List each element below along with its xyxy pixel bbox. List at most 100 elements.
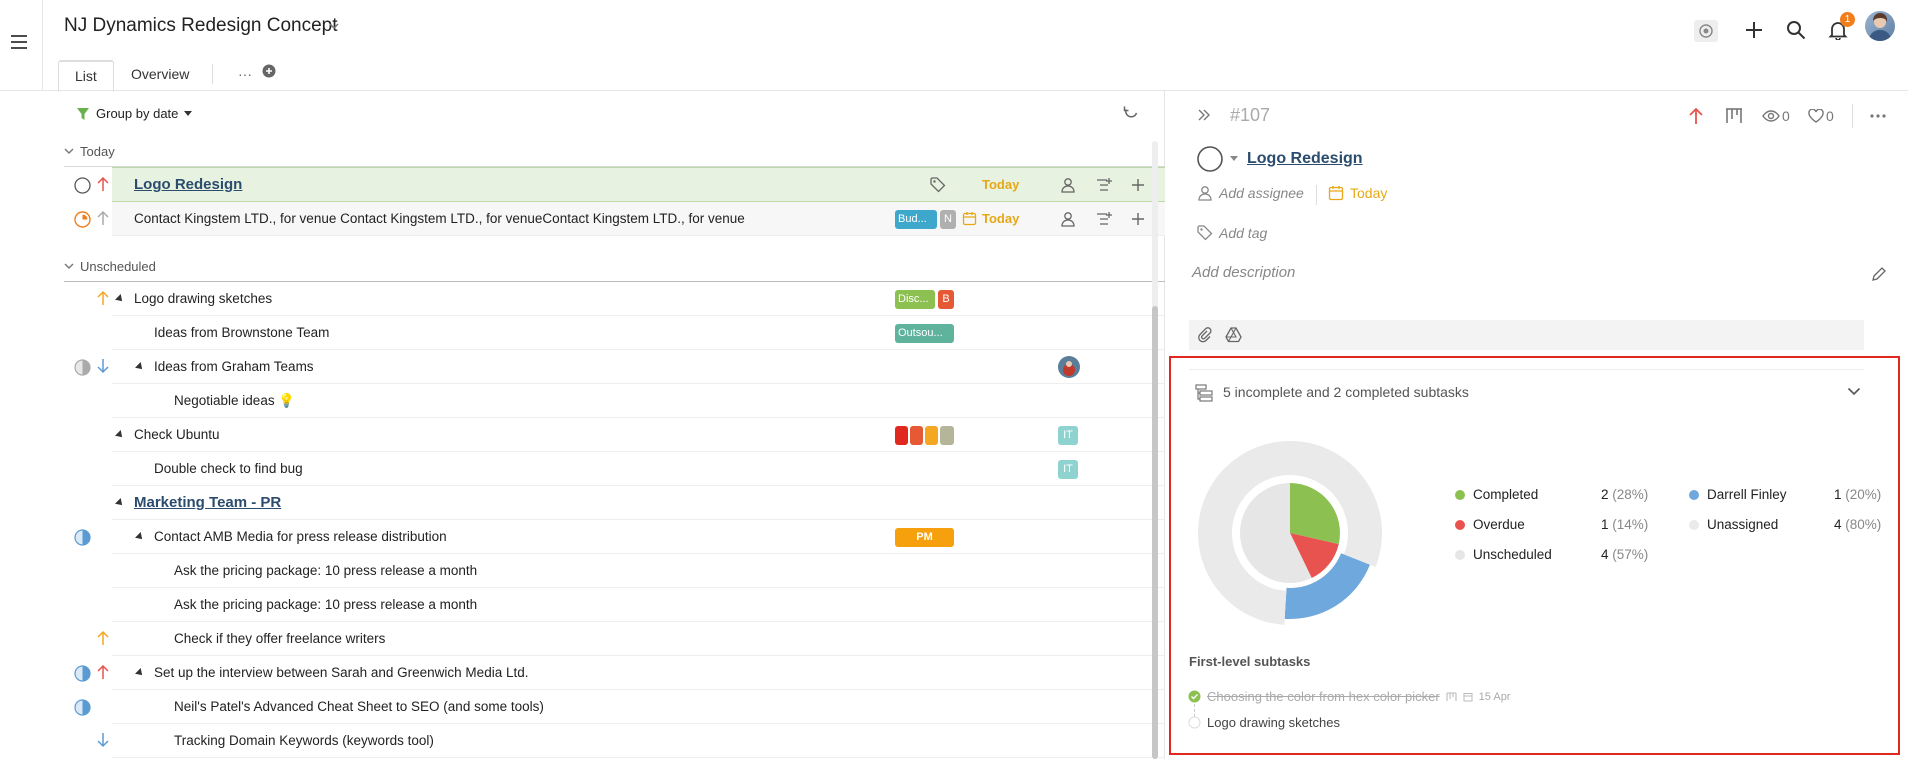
in-progress-circle-icon[interactable]: [74, 211, 91, 228]
table-row[interactable]: Tracking Domain Keywords (keywords tool): [112, 724, 1165, 758]
task-title[interactable]: Tracking Domain Keywords (keywords tool): [174, 724, 434, 758]
table-row[interactable]: Negotiable ideas 💡: [112, 384, 1165, 418]
task-title[interactable]: Negotiable ideas 💡: [174, 384, 295, 418]
task-title[interactable]: Logo Redesign: [1247, 150, 1363, 168]
assignee-icon[interactable]: [1060, 177, 1076, 193]
task-title[interactable]: Marketing Team - PR: [134, 486, 281, 520]
tag-chip[interactable]: Bud...: [895, 210, 937, 229]
caret-down-icon[interactable]: [1230, 156, 1238, 162]
tag-chip[interactable]: [940, 426, 954, 445]
table-row[interactable]: Marketing Team - PR: [112, 486, 1165, 520]
half-circle-icon[interactable]: [74, 529, 91, 546]
edit-pencil-icon[interactable]: [1871, 266, 1887, 282]
add-tag[interactable]: Add tag: [1197, 225, 1267, 241]
table-row[interactable]: Ideas from Brownstone Team Outsou...: [112, 316, 1165, 350]
table-row[interactable]: Check if they offer freelance writers: [112, 622, 1165, 656]
subtask-add-icon[interactable]: [1096, 177, 1112, 193]
subtask-title[interactable]: Choosing the color from hex color picker: [1207, 689, 1440, 704]
group-by-dropdown[interactable]: Group by date: [76, 106, 193, 121]
task-title[interactable]: Neil's Patel's Advanced Cheat Sheet to S…: [174, 690, 544, 724]
tag-chip[interactable]: Disc...: [895, 290, 935, 309]
chevron-down-icon[interactable]: [328, 22, 340, 30]
project-title[interactable]: NJ Dynamics Redesign Concept: [64, 15, 338, 37]
add-assignee[interactable]: Add assignee: [1197, 185, 1304, 201]
expand-triangle-icon[interactable]: [115, 430, 125, 440]
subtask-item[interactable]: Logo drawing sketches: [1188, 715, 1340, 730]
task-title[interactable]: Contact Kingstem LTD., for venue Contact…: [134, 202, 745, 236]
assignee-icon[interactable]: [1060, 211, 1076, 227]
half-circle-icon[interactable]: [74, 699, 91, 716]
chevron-down-icon[interactable]: [1847, 387, 1861, 396]
table-row[interactable]: Check Ubuntu IT: [112, 418, 1165, 452]
scrollbar-thumb[interactable]: [1152, 306, 1158, 759]
table-row[interactable]: Contact AMB Media for press release dist…: [112, 520, 1165, 554]
tag-chip[interactable]: [925, 426, 938, 445]
task-title[interactable]: Check Ubuntu: [134, 418, 220, 452]
task-title[interactable]: Logo drawing sketches: [134, 282, 272, 316]
task-title[interactable]: Ask the pricing package: 10 press releas…: [174, 588, 477, 622]
task-title[interactable]: Contact AMB Media for press release dist…: [154, 520, 447, 554]
paperclip-icon[interactable]: [1197, 327, 1213, 343]
google-drive-icon[interactable]: [1225, 327, 1242, 343]
table-row[interactable]: Logo Redesign Today: [112, 167, 1165, 202]
table-row[interactable]: Ask the pricing package: 10 press releas…: [112, 554, 1165, 588]
half-circle-icon[interactable]: [74, 359, 91, 376]
subtask-title[interactable]: Logo drawing sketches: [1207, 715, 1340, 730]
add-description[interactable]: Add description: [1192, 264, 1295, 281]
complete-circle-icon[interactable]: [1197, 146, 1223, 172]
task-title[interactable]: Double check to find bug: [154, 452, 303, 486]
task-title[interactable]: Logo Redesign: [134, 168, 242, 202]
table-row[interactable]: Set up the interview between Sarah and G…: [112, 656, 1165, 690]
more-options-icon[interactable]: [1870, 114, 1886, 118]
task-title[interactable]: Ideas from Graham Teams: [154, 350, 314, 384]
empty-circle-icon[interactable]: [1188, 716, 1201, 729]
add-icon[interactable]: [1130, 177, 1146, 193]
tag-chip[interactable]: PM: [895, 528, 954, 547]
tag-chip[interactable]: B: [938, 290, 954, 309]
due-date-field[interactable]: Today: [1328, 185, 1387, 201]
assignee-avatar[interactable]: [1058, 356, 1080, 378]
tag-chip[interactable]: [910, 426, 923, 445]
subtask-item[interactable]: Choosing the color from hex color picker…: [1188, 689, 1510, 704]
refresh-icon[interactable]: [1122, 104, 1140, 122]
priority-high-icon[interactable]: [1689, 107, 1703, 125]
subtask-add-icon[interactable]: [1096, 211, 1112, 227]
tag-chip[interactable]: [895, 426, 908, 445]
due-date[interactable]: Today: [982, 168, 1019, 202]
expand-triangle-icon[interactable]: [115, 294, 125, 304]
expand-triangle-icon[interactable]: [115, 498, 125, 508]
hamburger-menu-icon[interactable]: [10, 34, 32, 52]
table-row[interactable]: Ideas from Graham Teams: [112, 350, 1165, 384]
task-title[interactable]: Check if they offer freelance writers: [174, 622, 385, 656]
table-row[interactable]: Double check to find bug IT: [112, 452, 1165, 486]
due-date[interactable]: Today: [982, 202, 1019, 236]
watchers[interactable]: 0: [1762, 108, 1790, 124]
half-circle-icon[interactable]: [74, 665, 91, 682]
tag-chip[interactable]: N: [940, 210, 956, 229]
table-row[interactable]: Contact Kingstem LTD., for venue Contact…: [112, 202, 1165, 236]
plus-icon[interactable]: [1740, 16, 1768, 44]
tag-chip[interactable]: Outsou...: [895, 324, 954, 343]
tab-overview[interactable]: Overview: [115, 60, 205, 91]
board-icon[interactable]: [1725, 108, 1743, 124]
tab-list[interactable]: List: [58, 60, 114, 92]
task-title[interactable]: Ideas from Brownstone Team: [154, 316, 329, 350]
task-title[interactable]: Set up the interview between Sarah and G…: [154, 656, 528, 690]
task-title[interactable]: Ask the pricing package: 10 press releas…: [174, 554, 477, 588]
table-row[interactable]: Logo drawing sketches Disc... B: [112, 282, 1165, 316]
expand-triangle-icon[interactable]: [135, 668, 145, 678]
user-avatar[interactable]: [1865, 11, 1895, 41]
search-icon[interactable]: [1782, 16, 1810, 44]
collapse-panel-icon[interactable]: [1196, 107, 1212, 123]
table-row[interactable]: Neil's Patel's Advanced Cheat Sheet to S…: [112, 690, 1165, 724]
expand-triangle-icon[interactable]: [135, 362, 145, 372]
table-row[interactable]: Ask the pricing package: 10 press releas…: [112, 588, 1165, 622]
add-tab-icon[interactable]: [262, 64, 276, 95]
section-header-unscheduled[interactable]: Unscheduled: [64, 259, 156, 274]
tag-icon[interactable]: [930, 177, 946, 193]
section-header-today[interactable]: Today: [64, 144, 115, 159]
likes[interactable]: 0: [1808, 108, 1834, 124]
subtasks-summary[interactable]: 5 incomplete and 2 completed subtasks: [1223, 384, 1469, 400]
expand-triangle-icon[interactable]: [135, 532, 145, 542]
complete-circle-icon[interactable]: [74, 177, 91, 194]
